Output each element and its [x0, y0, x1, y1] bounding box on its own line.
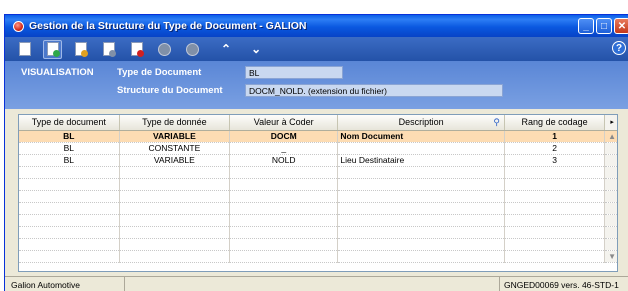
cell-rang: 1	[504, 130, 606, 143]
column-header-valeur[interactable]: Valeur à Coder	[229, 115, 339, 131]
edit-document-button[interactable]	[71, 40, 90, 59]
scrollbar-track[interactable]	[604, 202, 617, 215]
column-header-type-document[interactable]: Type de document	[19, 115, 120, 131]
structure-document-field: DOCM_NOLD. (extension du fichier)	[245, 84, 503, 97]
column-header-type-donnee[interactable]: Type de donnée	[119, 115, 231, 131]
empty-row[interactable]	[19, 214, 617, 227]
title-bar[interactable]: Gestion de la Structure du Type de Docum…	[5, 15, 628, 37]
disabled-circle-icon	[158, 42, 171, 56]
column-header-description[interactable]: Description ⚲	[337, 115, 505, 131]
empty-row[interactable]	[19, 190, 617, 203]
structure-grid[interactable]: Type de document Type de donnée Valeur à…	[18, 114, 618, 272]
empty-row[interactable]	[19, 226, 617, 239]
scroll-down-icon[interactable]: ▼	[604, 250, 617, 263]
close-button[interactable]: ✕	[614, 18, 628, 34]
search-icon[interactable]: ⚲	[493, 117, 500, 128]
column-header-rang[interactable]: Rang de codage	[504, 115, 606, 131]
table-row[interactable]: BL VARIABLE DOCM Nom Document 1 ▲	[19, 130, 617, 143]
cell-type-document: BL	[19, 154, 120, 167]
empty-row[interactable]	[19, 238, 617, 251]
toolbar: ⌃ ⌄	[5, 37, 628, 61]
new-document-icon	[18, 42, 31, 56]
cell-valeur: _	[229, 142, 339, 155]
empty-row[interactable]	[19, 178, 617, 191]
status-bar: Galion Automotive GNGED00069 vers. 46-ST…	[5, 276, 628, 291]
scrollbar-track[interactable]	[604, 166, 617, 179]
cell-rang: 3	[504, 154, 606, 167]
cell-description: Nom Document	[337, 130, 505, 143]
cell-type-document: BL	[19, 130, 120, 143]
cell-valeur: NOLD	[229, 154, 339, 167]
empty-row[interactable]	[19, 166, 617, 179]
nav-up-icon[interactable]: ⌃	[221, 42, 231, 56]
type-document-field: BL	[245, 66, 343, 79]
cancel-button[interactable]	[183, 40, 202, 59]
table-row[interactable]: BL CONSTANTE _ 2	[19, 142, 617, 155]
company-name: Galion Automotive	[5, 277, 125, 291]
scroll-up-icon[interactable]: ▲	[604, 130, 617, 143]
scrollbar-track[interactable]	[604, 190, 617, 203]
cell-description: Lieu Destinataire	[337, 154, 505, 167]
minimize-button[interactable]: _	[578, 18, 594, 34]
new-document-button[interactable]	[15, 40, 34, 59]
scrollbar-track[interactable]	[604, 238, 617, 251]
help-icon[interactable]: ?	[612, 41, 626, 55]
cell-type-donnee: CONSTANTE	[119, 142, 231, 155]
structure-document-label: Structure du Document	[117, 85, 223, 96]
add-document-button[interactable]	[43, 39, 62, 59]
status-spacer	[125, 277, 500, 291]
galion-app-icon	[13, 20, 24, 32]
content-area: Type de document Type de donnée Valeur à…	[5, 109, 628, 276]
maximize-button[interactable]: □	[596, 18, 612, 34]
window-title: Gestion de la Structure du Type de Docum…	[29, 20, 307, 32]
main-window: Gestion de la Structure du Type de Docum…	[4, 14, 628, 291]
cell-description	[337, 142, 505, 155]
mode-label: VISUALISATION	[21, 67, 94, 78]
scrollbar-track[interactable]	[604, 226, 617, 239]
cell-type-donnee: VARIABLE	[119, 130, 231, 143]
cell-rang: 2	[504, 142, 606, 155]
copy-document-icon	[102, 42, 116, 57]
scroll-right-icon[interactable]: ▸	[604, 115, 617, 131]
nav-down-icon[interactable]: ⌄	[251, 42, 261, 56]
delete-document-button[interactable]	[127, 40, 146, 59]
version-info: GNGED00069 vers. 46-STD-1	[504, 279, 619, 290]
scrollbar-track[interactable]	[604, 214, 617, 227]
empty-row[interactable]: ▼	[19, 250, 617, 263]
cell-type-donnee: VARIABLE	[119, 154, 231, 167]
scrollbar-track[interactable]	[604, 142, 617, 155]
table-row[interactable]: BL VARIABLE NOLD Lieu Destinataire 3	[19, 154, 617, 167]
document-header: VISUALISATION Type de Document BL Struct…	[5, 61, 628, 109]
delete-document-icon	[130, 42, 144, 57]
cell-valeur: DOCM	[229, 130, 339, 143]
empty-row[interactable]	[19, 202, 617, 215]
add-document-icon	[46, 42, 60, 57]
copy-document-button[interactable]	[99, 40, 118, 59]
edit-document-icon	[74, 42, 88, 57]
type-document-label: Type de Document	[117, 67, 202, 78]
description-header-label: Description	[398, 117, 444, 128]
validate-button[interactable]	[155, 40, 174, 59]
cell-type-document: BL	[19, 142, 120, 155]
scrollbar-track[interactable]	[604, 178, 617, 191]
disabled-circle-icon	[186, 42, 199, 56]
scrollbar-track[interactable]	[604, 154, 617, 167]
